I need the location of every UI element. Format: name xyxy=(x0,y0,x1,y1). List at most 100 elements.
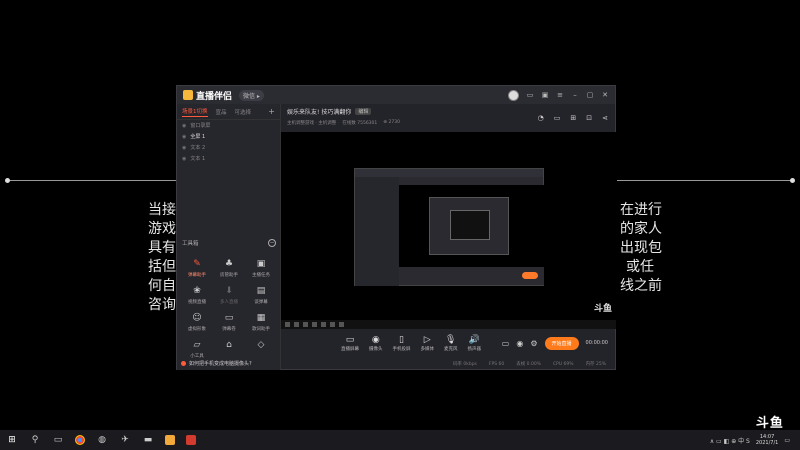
room-category[interactable]: 主机调整游戏 · 主机调整 xyxy=(287,120,336,126)
scene-item[interactable]: ◉ 文本 1 xyxy=(177,153,280,164)
tool-more[interactable]: ⌂ xyxy=(213,340,245,359)
tip-text: 如何把手机变成电脑摄像头? xyxy=(189,361,252,367)
box-icon[interactable]: ▣ xyxy=(541,91,549,99)
message-icon[interactable]: ▭ xyxy=(526,91,534,99)
edit-title-button[interactable]: 编辑 xyxy=(355,108,372,115)
speaker-button[interactable]: 🔊 扬声器 xyxy=(468,335,482,352)
tool-danmaku-helper[interactable]: ✎ 弹幕助手 xyxy=(181,259,213,278)
clock[interactable]: 14:07 2021/7/1 xyxy=(756,434,778,446)
close-icon[interactable]: ✕ xyxy=(601,91,609,99)
tool-icon: ☺ xyxy=(192,313,202,323)
captured-taskbar-icon xyxy=(312,322,317,327)
scene-item[interactable]: ◉ 全屏 1 xyxy=(177,131,280,142)
start-live-button[interactable]: 开始直播 xyxy=(544,336,579,350)
task-view-icon[interactable]: ▭ xyxy=(52,434,64,446)
eye-icon[interactable]: ◉ xyxy=(516,339,523,348)
tool-streamer-task[interactable]: ▣ 主播任务 xyxy=(245,259,277,278)
live-controls: ▭ ◉ ⚙ 开始直播 00:00:00 xyxy=(502,336,616,350)
app-icon[interactable]: ◍ xyxy=(96,434,108,446)
status-fps: FPS 60 xyxy=(488,361,505,367)
douyu-app-icon[interactable] xyxy=(186,435,196,445)
tool-multi-live[interactable]: ⬇ 多人直播 xyxy=(213,286,245,305)
nested-titlebar xyxy=(355,169,543,177)
tool-danmaku-roll[interactable]: ▭ 弹幕卷 xyxy=(213,313,245,332)
microphone-button[interactable]: 🎙 麦克风 xyxy=(444,335,458,352)
tool-label: 歌词助手 xyxy=(252,327,270,332)
bg-text-right-5: 线之前 xyxy=(620,278,662,294)
live-preview[interactable]: 斗鱼 xyxy=(281,132,616,329)
captured-taskbar-icon xyxy=(285,322,290,327)
sidebar: 场景1切换 宣品 可选择 + ◉ 窗口录屏 ◉ 全屏 1 ◉ 文本 2 ◉ 文本… xyxy=(177,104,281,370)
douyu-logo: 斗鱼 xyxy=(755,416,784,431)
gift-icon[interactable]: ⊞ xyxy=(570,114,576,122)
camera-button[interactable]: ◉ 摄像头 xyxy=(369,335,383,352)
taskbar-apps: ⊞ ⚲ ▭ ◍ ✈ ▬ xyxy=(0,434,196,446)
tool-video-live[interactable]: ❀ 视频直播 xyxy=(181,286,213,305)
eye-icon[interactable]: ◉ xyxy=(182,123,186,129)
lock-icon[interactable]: ⊡ xyxy=(586,114,592,122)
version-badge[interactable]: 微信 ▸ xyxy=(239,89,264,101)
windows-start-icon[interactable]: ⊞ xyxy=(6,434,18,446)
notification-icon[interactable]: ▭ xyxy=(784,437,790,444)
tool-label: 弹幕助手 xyxy=(188,273,206,278)
header-icons: ◔ ▭ ⊞ ⊡ ⋖ xyxy=(538,114,608,122)
scene-label: 文本 1 xyxy=(190,156,206,162)
source-controls: ▭ 直播屏幕 ◉ 摄像头 ▯ 手机投屏 ▷ 多媒体 🎙 麦克风 🔊 扬声器 ▭ ◉ ⚙ 开始… xyxy=(281,329,616,357)
help-tip[interactable]: 如何把手机变成电脑摄像头? xyxy=(181,360,252,367)
tray-icons[interactable]: ∧ ▭ ◧ ⊕ 中 S xyxy=(710,436,750,445)
app-icon[interactable]: ▬ xyxy=(142,434,154,446)
phone-cast-button[interactable]: ▯ 手机投屏 xyxy=(393,335,411,352)
tool-icon: ▣ xyxy=(256,259,266,269)
tab-scene[interactable]: 场景1切换 xyxy=(182,107,208,117)
app-icon[interactable]: ✈ xyxy=(119,434,131,446)
control-label: 摄像头 xyxy=(369,346,383,352)
tool-room-admin[interactable]: ♣ 房管助手 xyxy=(213,259,245,278)
control-label: 扬声器 xyxy=(467,346,482,352)
share-icon[interactable]: ⋖ xyxy=(602,114,608,122)
tool-extra[interactable]: ◇ xyxy=(245,340,277,359)
tool-avatar[interactable]: ☺ 虚拟形象 xyxy=(181,313,213,332)
scene-item[interactable]: ◉ 文本 2 xyxy=(177,142,280,153)
screen-icon[interactable]: ▭ xyxy=(554,114,561,122)
eye-icon[interactable]: ◉ xyxy=(182,145,186,151)
record-icon[interactable]: ▭ xyxy=(502,339,510,348)
tools-label: 工具箱 xyxy=(182,241,199,247)
bell-icon[interactable]: ◔ xyxy=(538,114,544,122)
scene-item[interactable]: ◉ 窗口录屏 xyxy=(177,120,280,131)
tip-icon xyxy=(181,361,186,366)
decor-line-right xyxy=(617,180,791,181)
eye-icon[interactable]: ◉ xyxy=(182,156,186,162)
search-icon[interactable]: ⚲ xyxy=(29,434,41,446)
nested-preview xyxy=(399,185,544,269)
app-name: 直播伴侣 xyxy=(196,91,233,102)
add-scene-button[interactable]: + xyxy=(268,107,275,116)
system-tray: ∧ ▭ ◧ ⊕ 中 S 14:07 2021/7/1 ▭ xyxy=(710,434,800,446)
minimize-icon[interactable]: – xyxy=(571,91,579,99)
tool-danmaku[interactable]: ▤ 谈弹幕 xyxy=(245,286,277,305)
status-dropped: 丢帧 0.00% xyxy=(516,362,541,367)
tab-goods[interactable]: 宣品 xyxy=(216,108,227,116)
menu-icon[interactable]: ≡ xyxy=(556,91,564,99)
maximize-icon[interactable]: ▢ xyxy=(586,91,594,99)
bg-text-left-4: 括但 xyxy=(148,259,176,275)
tool-mini[interactable]: ▱ 小工具 xyxy=(181,340,213,359)
chrome-icon[interactable] xyxy=(75,435,85,445)
captured-taskbar-icon xyxy=(321,322,326,327)
tool-label: 虚拟形象 xyxy=(188,327,206,332)
tools-header: 工具箱 − xyxy=(182,239,276,247)
eye-icon[interactable]: ◉ xyxy=(182,134,186,140)
nested-inner-window xyxy=(429,197,509,255)
tool-icon: ◇ xyxy=(257,340,265,350)
multimedia-button[interactable]: ▷ 多媒体 xyxy=(421,335,435,352)
nested-controls xyxy=(399,267,544,285)
gear-icon[interactable]: ⚙ xyxy=(530,339,537,348)
collapse-icon[interactable]: − xyxy=(268,239,276,247)
capture-screen-button[interactable]: ▭ 直播屏幕 xyxy=(341,335,359,352)
streaming-app-icon[interactable] xyxy=(165,435,175,445)
room-online: 在线数 7556301 xyxy=(342,121,378,126)
tool-label: 小工具 xyxy=(190,354,204,359)
tab-optional[interactable]: 可选择 xyxy=(235,108,252,116)
tool-icon: ❀ xyxy=(193,286,201,296)
tool-lyrics[interactable]: ▦ 歌词助手 xyxy=(245,313,277,332)
avatar[interactable] xyxy=(508,89,519,101)
